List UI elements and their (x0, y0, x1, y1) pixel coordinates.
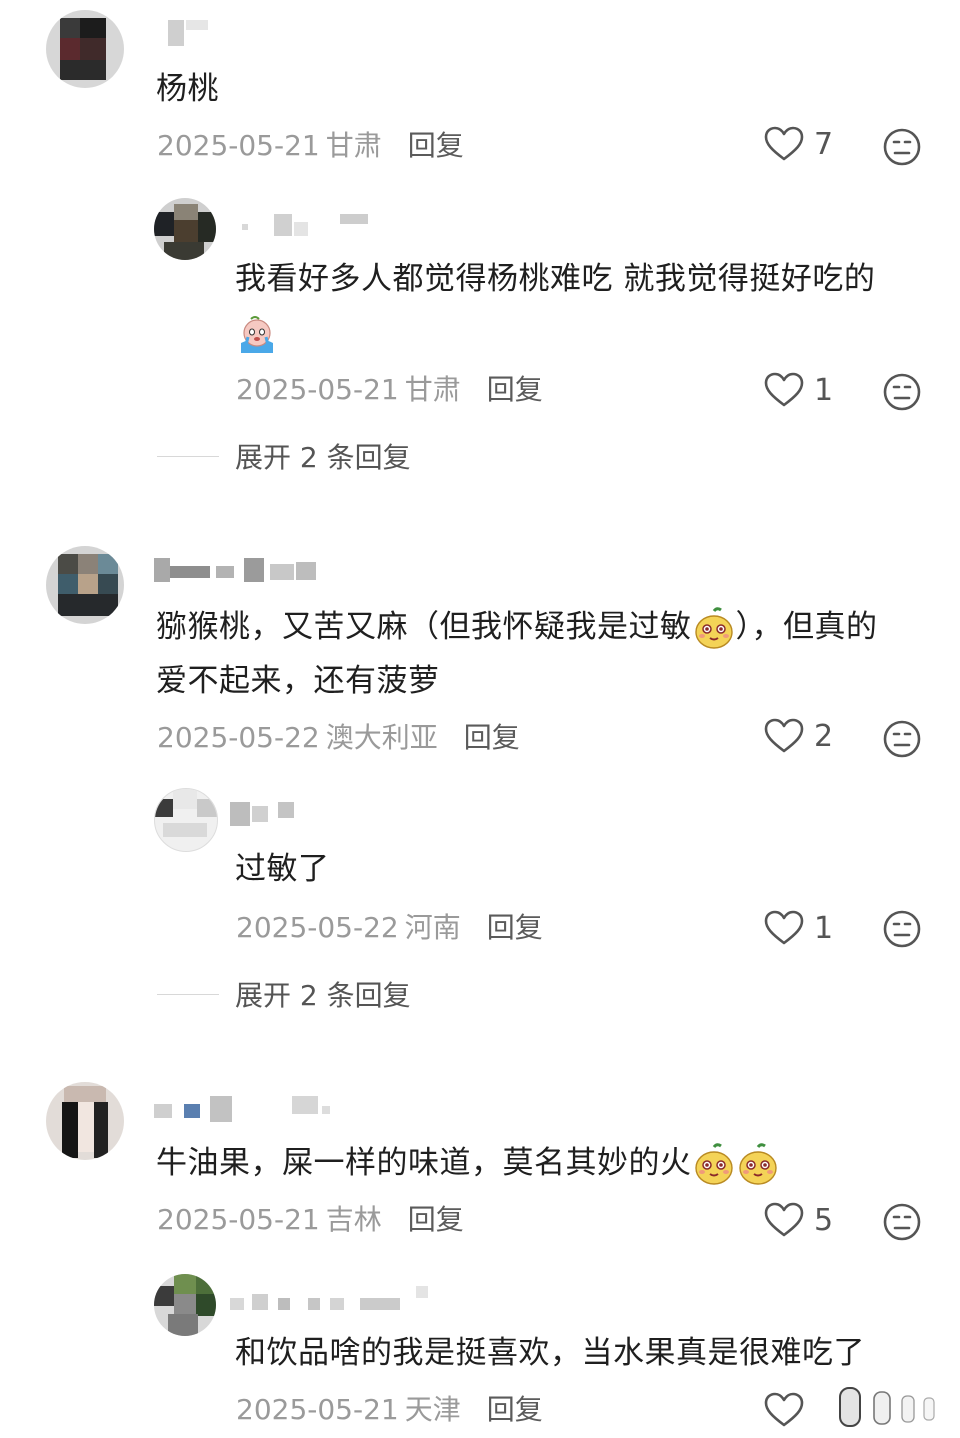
like-button[interactable]: 1 (764, 372, 833, 408)
comment-date: 2025-05-21 (157, 129, 320, 162)
heart-outline-icon (764, 910, 804, 945)
like-button[interactable]: 2 (764, 718, 833, 754)
like-count: 7 (814, 126, 834, 162)
like-count: 5 (814, 1202, 834, 1238)
reply-location: 甘肃 (404, 373, 461, 406)
expand-replies-button[interactable]: 展开 2 条回复 (157, 974, 411, 1014)
like-button[interactable] (764, 1392, 814, 1428)
comment-item: 牛油果，屎一样的味道，莫名其妙的火 2025-05-21 吉林 回复 5 和饮品啥的… (0, 1078, 960, 1437)
comment-item: 猕猴桃，又苦又麻（但我怀疑我是过敏 ），但真的 爱不起来，还有菠萝 2025-05… (0, 540, 960, 1040)
mango-face-emoji-icon (736, 1142, 780, 1187)
like-count: 2 (814, 718, 834, 754)
comment-meta: 2025-05-21 吉林 回复 (157, 1200, 464, 1240)
mango-face-emoji-icon (692, 606, 736, 651)
avatar[interactable] (46, 1082, 124, 1160)
avatar[interactable] (154, 1274, 216, 1336)
neutral-face-icon[interactable] (882, 1202, 922, 1242)
username-blurred[interactable] (230, 798, 320, 826)
username-blurred[interactable] (154, 554, 324, 582)
username-blurred[interactable] (154, 1092, 344, 1122)
heart-outline-icon (764, 372, 804, 407)
reply-date: 2025-05-21 (236, 1393, 399, 1426)
mango-face-emoji-icon (692, 1142, 736, 1187)
comment-item: 杨桃 2025-05-21 甘肃 回复 7 我看好多人都觉得杨桃难吃 就我觉得挺好吃… (0, 0, 960, 500)
reply-date: 2025-05-22 (236, 911, 399, 944)
like-button[interactable]: 7 (764, 126, 833, 162)
username-blurred[interactable] (168, 16, 228, 46)
neutral-face-icon[interactable] (882, 909, 922, 949)
reply-button[interactable]: 回复 (408, 129, 464, 162)
like-count: 1 (814, 372, 834, 408)
avatar[interactable] (46, 10, 124, 88)
avatar[interactable] (154, 788, 218, 852)
reply-text: 和饮品啥的我是挺喜欢，当水果真是很难吃了 (235, 1335, 865, 1371)
comment-text: 猕猴桃，又苦又麻（但我怀疑我是过敏 ），但真的 (156, 600, 878, 654)
expand-replies-button[interactable]: 展开 2 条回复 (157, 436, 411, 476)
comment-date: 2025-05-22 (157, 721, 320, 754)
like-count: 1 (814, 910, 834, 946)
reply-location: 河南 (404, 911, 461, 944)
like-button[interactable]: 5 (764, 1202, 833, 1238)
reply-button[interactable]: 回复 (408, 1203, 464, 1236)
reply-button[interactable]: 回复 (487, 373, 543, 406)
neutral-face-icon[interactable] (882, 127, 922, 167)
heart-outline-icon (764, 718, 804, 753)
heart-outline-icon (764, 1392, 804, 1427)
reply-text-line (235, 306, 279, 360)
divider (157, 993, 219, 995)
reply-button[interactable]: 回复 (487, 1393, 543, 1426)
comment-date: 2025-05-21 (157, 1203, 320, 1236)
comment-location: 吉林 (325, 1203, 382, 1236)
reply-meta: 2025-05-22 河南 回复 (236, 908, 543, 948)
reply-text: 我看好多人都觉得杨桃难吃 就我觉得挺好吃的 (235, 261, 876, 297)
comment-meta: 2025-05-21 甘肃 回复 (157, 126, 464, 166)
divider (157, 455, 219, 457)
comment-text-line2: 爱不起来，还有菠萝 (156, 663, 440, 699)
comment-meta: 2025-05-22 澳大利亚 回复 (157, 718, 520, 758)
crying-emoji-icon (235, 313, 279, 357)
reply-text: 过敏了 (235, 851, 330, 887)
reply-button[interactable]: 回复 (487, 911, 543, 944)
comment-text: 牛油果，屎一样的味道，莫名其妙的火 (156, 1136, 780, 1190)
reply-location: 天津 (404, 1393, 461, 1426)
username-blurred[interactable] (242, 210, 382, 236)
watermark-overlay (830, 1378, 950, 1434)
comment-location: 澳大利亚 (325, 721, 438, 754)
reply-meta: 2025-05-21 天津 回复 (236, 1390, 543, 1430)
neutral-face-icon[interactable] (882, 719, 922, 759)
username-blurred[interactable] (230, 1286, 430, 1312)
heart-outline-icon (764, 126, 804, 161)
comment-location: 甘肃 (325, 129, 382, 162)
reply-meta: 2025-05-21 甘肃 回复 (236, 370, 543, 410)
avatar[interactable] (46, 546, 124, 624)
avatar[interactable] (154, 198, 216, 260)
reply-date: 2025-05-21 (236, 373, 399, 406)
reply-button[interactable]: 回复 (464, 721, 520, 754)
heart-outline-icon (764, 1202, 804, 1237)
neutral-face-icon[interactable] (882, 372, 922, 412)
comment-text: 杨桃 (156, 71, 219, 107)
like-button[interactable]: 1 (764, 910, 833, 946)
